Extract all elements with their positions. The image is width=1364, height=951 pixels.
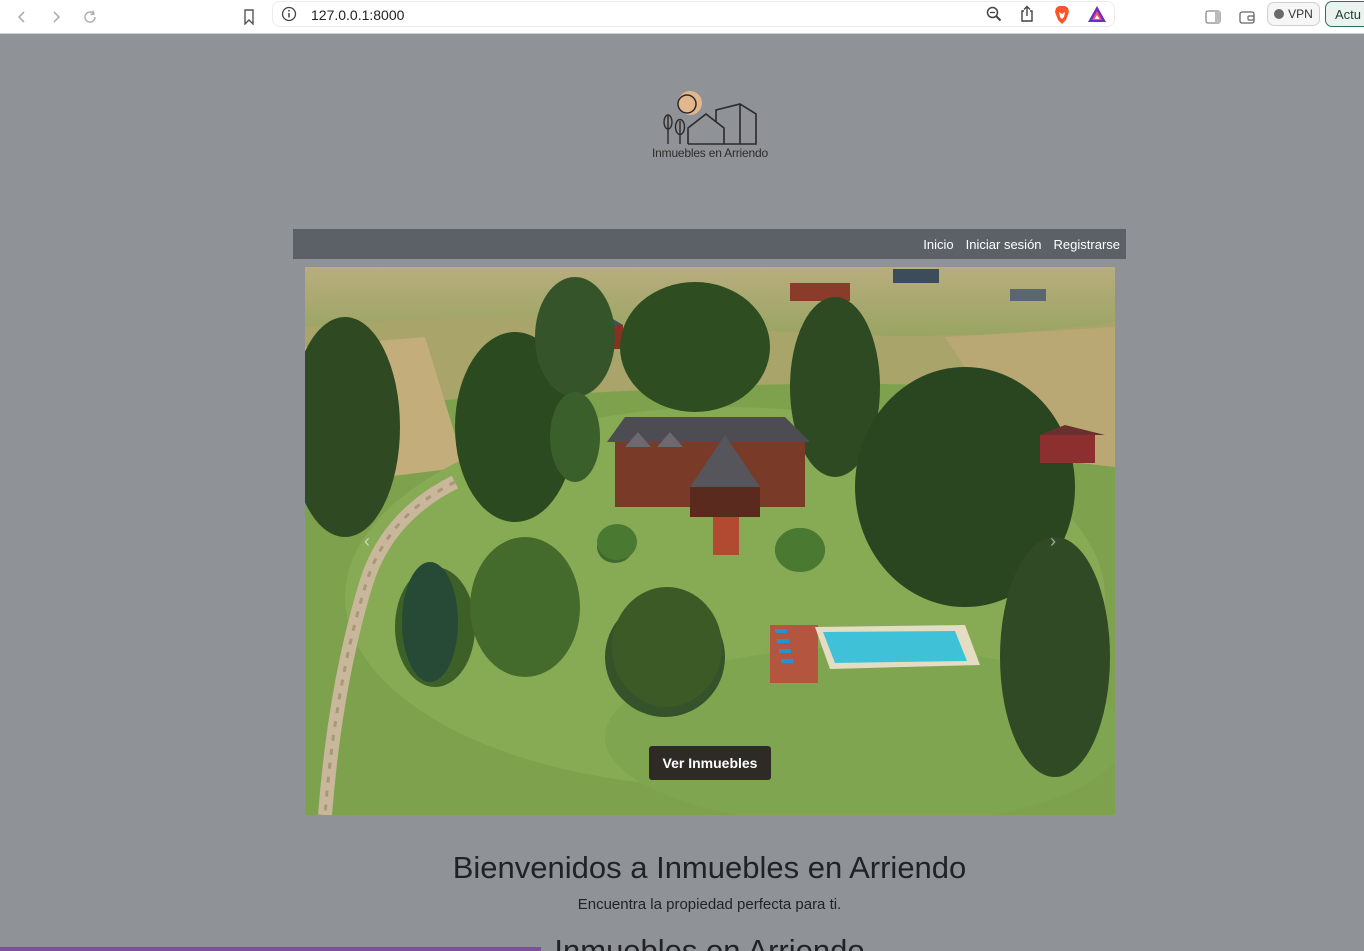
- nav-link-inicio[interactable]: Inicio: [923, 237, 953, 252]
- main-navbar: Inicio Iniciar sesión Registrarse: [293, 229, 1126, 259]
- nav-link-registrarse[interactable]: Registrarse: [1054, 237, 1120, 252]
- ver-inmuebles-button[interactable]: Ver Inmuebles: [649, 746, 771, 780]
- url-text[interactable]: 127.0.0.1:8000: [311, 7, 404, 23]
- hero-image: [305, 267, 1115, 815]
- logo-text: Inmuebles en Arriendo: [652, 146, 768, 160]
- zoom-icon[interactable]: [985, 5, 1003, 28]
- browser-toolbar: 127.0.0.1:8000 VPN Actu: [0, 0, 1364, 34]
- brave-shield-icon[interactable]: [1053, 5, 1071, 30]
- update-button[interactable]: Actu: [1325, 1, 1364, 27]
- bookmark-icon[interactable]: [236, 4, 262, 30]
- carousel-next-icon[interactable]: ›: [1043, 531, 1063, 551]
- vpn-button[interactable]: VPN: [1267, 2, 1320, 26]
- site-logo[interactable]: Inmuebles en Arriendo: [630, 86, 790, 166]
- hero-carousel: ‹ › Ver Inmuebles: [305, 267, 1115, 815]
- forward-icon[interactable]: [43, 4, 69, 30]
- back-icon[interactable]: [9, 4, 35, 30]
- vpn-label: VPN: [1288, 7, 1313, 21]
- info-icon[interactable]: [281, 6, 297, 27]
- window-edge: [0, 947, 541, 951]
- carousel-prev-icon[interactable]: ‹: [357, 531, 377, 551]
- wallet-icon[interactable]: [1234, 4, 1260, 30]
- nav-link-iniciar-sesion[interactable]: Iniciar sesión: [966, 237, 1042, 252]
- reload-icon[interactable]: [77, 4, 103, 30]
- brave-rewards-icon[interactable]: [1087, 5, 1107, 28]
- welcome-subtitle: Encuentra la propiedad perfecta para ti.: [577, 896, 842, 913]
- share-icon[interactable]: [1019, 5, 1035, 28]
- vpn-status-icon: [1274, 9, 1285, 19]
- address-bar[interactable]: 127.0.0.1:8000: [272, 1, 1115, 27]
- welcome-title: Bienvenidos a Inmuebles en Arriendo: [452, 850, 967, 885]
- sidebar-icon[interactable]: [1200, 4, 1226, 30]
